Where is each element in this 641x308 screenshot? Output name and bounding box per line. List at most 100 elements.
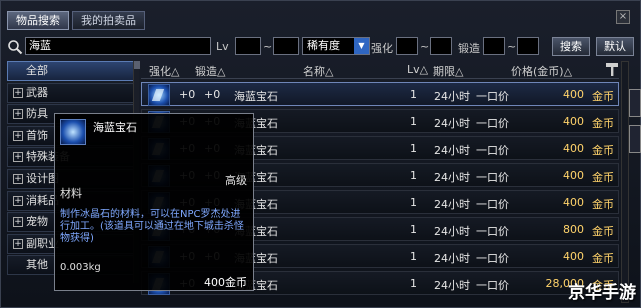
expand-icon[interactable]: + (13, 152, 23, 163)
level-max-field[interactable] (273, 37, 299, 55)
row-name: 海蓝宝石 (234, 90, 278, 103)
expand-icon[interactable]: + (13, 109, 23, 120)
level-min-field[interactable] (235, 37, 261, 55)
row-price-unit: 金币 (592, 171, 614, 184)
row-level: 1 (410, 250, 417, 263)
row-level: 1 (410, 196, 417, 209)
expand-icon[interactable]: + (13, 195, 23, 206)
row-enhance: +0 (179, 88, 196, 101)
header-forge[interactable]: 锻造△ (195, 63, 225, 79)
table-row[interactable]: +0 +0 海蓝宝石 1 24小时一口价 400 金币 (141, 82, 619, 106)
gem-icon (60, 119, 86, 145)
row-sale-type: 一口价 (476, 144, 509, 157)
row-price: 400 (563, 142, 584, 155)
chevron-down-icon: ▼ (354, 38, 369, 54)
search-input[interactable]: 海蓝 (25, 37, 211, 55)
hammer-icon (606, 63, 618, 76)
search-icon (8, 40, 23, 55)
row-sale-type: 一口价 (476, 117, 509, 130)
tooltip-price: 400金币 (204, 276, 247, 289)
row-period: 24小时 (434, 252, 470, 265)
row-level: 1 (410, 277, 417, 290)
auction-window: 物品搜索 我的拍卖品 × 海蓝 Lv ~ 稀有度 ▼ 强化 ~ 锻造 ~ 搜索 … (0, 0, 641, 308)
side-panel-thumb[interactable] (629, 125, 641, 153)
row-sale-type: 一口价 (476, 252, 509, 265)
row-price-unit: 金币 (592, 252, 614, 265)
row-price-unit: 金币 (592, 198, 614, 211)
level-label: Lv (216, 40, 229, 53)
forge-max-field[interactable] (517, 37, 539, 55)
gem-icon (148, 84, 170, 106)
rarity-value: 稀有度 (307, 39, 340, 52)
tab-item-search[interactable]: 物品搜索 (7, 11, 69, 30)
side-panel-thumb[interactable] (629, 89, 641, 117)
watermark-text: 京华手游 (568, 283, 636, 303)
row-level: 1 (410, 88, 417, 101)
category-label: 宠物 (26, 215, 48, 229)
row-level: 1 (410, 169, 417, 182)
enhance-max-field[interactable] (430, 37, 452, 55)
tooltip-type: 材料 (60, 187, 82, 200)
row-sale-type: 一口价 (476, 90, 509, 103)
row-price: 400 (563, 169, 584, 182)
category-all[interactable]: 全部 (7, 61, 135, 81)
row-level: 1 (410, 115, 417, 128)
expand-icon[interactable]: + (13, 87, 23, 98)
default-button[interactable]: 默认 (596, 37, 634, 56)
row-period: 24小时 (434, 198, 470, 211)
row-period: 24小时 (434, 171, 470, 184)
row-price-unit: 金币 (592, 225, 614, 238)
row-period: 24小时 (434, 144, 470, 157)
row-price: 800 (563, 223, 584, 236)
scroll-up-icon[interactable] (134, 61, 140, 69)
expand-icon[interactable]: + (13, 238, 23, 249)
header-price[interactable]: 价格(金币)△ (511, 63, 572, 79)
category-weapons[interactable]: + 武器 (7, 82, 135, 103)
row-period: 24小时 (434, 90, 470, 103)
item-tooltip: 海蓝宝石 高级 材料 制作冰晶石的材料，可以在NPC罗杰处进行加工。(该道具可以… (54, 113, 254, 291)
header-period[interactable]: 期限△ (433, 63, 463, 79)
results-scrollbar[interactable] (621, 61, 629, 303)
row-price-unit: 金币 (592, 144, 614, 157)
category-label: 武器 (26, 85, 48, 99)
table-header: 强化△ 锻造△ 名称△ Lv△ 期限△ 价格(金币)△ (141, 61, 619, 79)
tooltip-grade: 高级 (225, 174, 247, 187)
row-level: 1 (410, 223, 417, 236)
category-label: 其他 (26, 258, 48, 272)
category-label: 全部 (26, 64, 48, 77)
rarity-select[interactable]: 稀有度 ▼ (302, 37, 370, 55)
expand-icon[interactable]: + (13, 130, 23, 141)
row-price: 400 (563, 88, 584, 101)
row-period: 24小时 (434, 279, 470, 292)
tab-bar: 物品搜索 我的拍卖品 (7, 11, 145, 30)
enhance-min-field[interactable] (396, 37, 418, 55)
level-range-sep: ~ (263, 40, 273, 53)
search-button[interactable]: 搜索 (552, 37, 590, 56)
row-price: 400 (563, 196, 584, 209)
header-name[interactable]: 名称△ (303, 63, 333, 79)
row-price-unit: 金币 (592, 90, 614, 103)
expand-icon[interactable]: + (13, 217, 23, 228)
expand-icon[interactable]: + (13, 173, 23, 184)
forge-min-field[interactable] (483, 37, 505, 55)
row-sale-type: 一口价 (476, 279, 509, 292)
tooltip-item-name: 海蓝宝石 (93, 121, 137, 134)
row-sale-type: 一口价 (476, 225, 509, 238)
enhance-label: 强化 (371, 42, 393, 55)
forge-range-sep: ~ (507, 40, 517, 53)
row-sale-type: 一口价 (476, 171, 509, 184)
row-price-unit: 金币 (592, 117, 614, 130)
category-label: 防具 (26, 107, 48, 121)
row-price: 400 (563, 115, 584, 128)
search-bar: 海蓝 Lv ~ 稀有度 ▼ 强化 ~ 锻造 ~ 搜索 默认 (7, 37, 637, 57)
category-label: 首饰 (26, 128, 48, 142)
header-level[interactable]: Lv△ (407, 63, 428, 76)
row-forge: +0 (204, 88, 221, 101)
tooltip-weight: 0.003kg (60, 262, 101, 273)
row-level: 1 (410, 142, 417, 155)
tab-my-auctions[interactable]: 我的拍卖品 (72, 11, 145, 30)
enhance-range-sep: ~ (420, 40, 430, 53)
header-enhance[interactable]: 强化△ (149, 63, 179, 79)
row-sale-type: 一口价 (476, 198, 509, 211)
close-button[interactable]: × (616, 10, 630, 24)
